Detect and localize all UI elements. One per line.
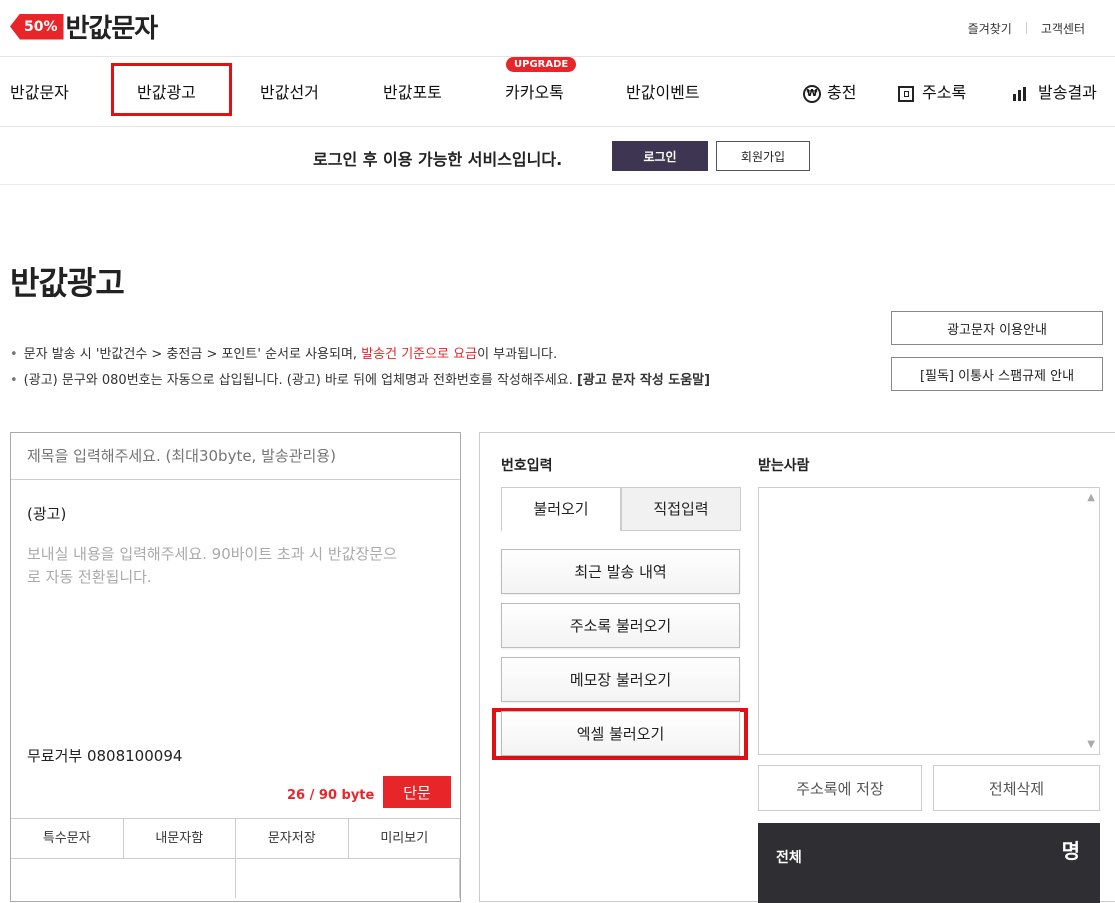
nav-label: 충전 bbox=[827, 83, 857, 102]
bar-chart-icon bbox=[1013, 86, 1026, 101]
main-nav: 반값문자 반값광고 반값선거 반값포토 UPGRADE 카카오톡 반값이벤트 ₩… bbox=[0, 57, 1115, 127]
nav-label: 주소록 bbox=[922, 83, 967, 102]
scroll-up-icon[interactable]: ▲ bbox=[1087, 492, 1095, 503]
bytes-total: / 90 byte bbox=[305, 788, 375, 803]
bytes-used: 26 bbox=[287, 788, 306, 803]
ad-prefix: (광고) bbox=[27, 505, 67, 523]
load-address-book-button[interactable]: 주소록 불러오기 bbox=[501, 603, 740, 648]
nav-item-banggap-sms[interactable]: 반값문자 bbox=[10, 79, 69, 103]
delete-all-button[interactable]: 전체삭제 bbox=[933, 765, 1100, 811]
recipients-label: 받는사람 bbox=[758, 458, 810, 474]
nav-item-banggap-election[interactable]: 반값선거 bbox=[260, 79, 319, 103]
toolbar-cell[interactable] bbox=[236, 859, 460, 898]
nav-item-address-book[interactable]: 주소록 bbox=[898, 79, 966, 103]
notice-text: (광고) 문구와 080번호는 자동으로 삽입됩니다. (광고) 바로 뒤에 업… bbox=[23, 373, 577, 388]
recipient-list[interactable]: ▲ ▼ bbox=[758, 487, 1100, 755]
notice-line-1: • 문자 발송 시 '반값건수 > 충전금 > 포인트' 순서로 사용되며, 발송… bbox=[10, 347, 558, 362]
total-label: 전체 bbox=[776, 850, 802, 866]
support-link[interactable]: 고객센터 bbox=[1027, 20, 1099, 37]
byte-counter: 26 / 90 byte bbox=[287, 788, 374, 803]
join-button[interactable]: 회원가입 bbox=[716, 141, 810, 171]
message-type-badge[interactable]: 단문 bbox=[383, 776, 451, 808]
recipient-panel: 번호입력 받는사람 불러오기 직접입력 최근 발송 내역 주소록 불러오기 메모… bbox=[479, 432, 1115, 903]
load-memo-button[interactable]: 메모장 불러오기 bbox=[501, 657, 740, 702]
input-tabs: 불러오기 직접입력 bbox=[501, 487, 741, 531]
message-composer: (광고) 보내실 내용을 입력해주세요. 90바이트 초과 시 반값장문으로 자… bbox=[10, 432, 461, 902]
login-message: 로그인 후 이용 가능한 서비스입니다. bbox=[313, 150, 563, 169]
nav-label: 발송결과 bbox=[1038, 83, 1097, 102]
utility-links: 즐겨찾기 고객센터 bbox=[954, 20, 1099, 37]
save-to-address-book-button[interactable]: 주소록에 저장 bbox=[758, 765, 922, 811]
discount-badge: 50% bbox=[10, 13, 64, 40]
nav-item-kakaotalk[interactable]: 카카오톡 bbox=[505, 79, 564, 103]
nav-item-banggap-photo[interactable]: 반값포토 bbox=[383, 79, 442, 103]
nav-item-banggap-event[interactable]: 반값이벤트 bbox=[626, 79, 700, 103]
recent-history-button[interactable]: 최근 발송 내역 bbox=[501, 549, 740, 594]
composer-toolbar-2 bbox=[11, 858, 460, 898]
notice-line-2: • (광고) 문구와 080번호는 자동으로 삽입됩니다. (광고) 바로 뒤에 … bbox=[10, 373, 711, 388]
logo-text: 반값문자 bbox=[65, 14, 159, 44]
load-excel-button[interactable]: 엑셀 불러오기 bbox=[501, 711, 740, 756]
scroll-down-icon[interactable]: ▼ bbox=[1087, 739, 1095, 750]
nav-item-banggap-ad[interactable]: 반값광고 bbox=[137, 79, 196, 103]
ad-help-link[interactable]: [광고 문자 작성 도움말] bbox=[577, 373, 710, 388]
spam-notice-button[interactable]: [필독] 이통사 스팸규제 안내 bbox=[891, 357, 1103, 391]
my-messages-button[interactable]: 내문자함 bbox=[124, 819, 236, 858]
notice-text: 문자 발송 시 '반값건수 > 충전금 > 포인트' 순서로 사용되며, bbox=[23, 347, 362, 362]
total-unit: 명 bbox=[1061, 839, 1080, 863]
save-message-button[interactable]: 문자저장 bbox=[236, 819, 349, 858]
subject-input[interactable] bbox=[11, 433, 460, 480]
notice-text: 이 부과됩니다. bbox=[477, 347, 558, 362]
opt-out-number: 무료거부 0808100094 bbox=[27, 747, 183, 765]
message-body-input[interactable]: 보내실 내용을 입력해주세요. 90바이트 초과 시 반값장문으로 자동 전환됩… bbox=[27, 543, 407, 589]
toolbar-cell[interactable] bbox=[11, 859, 236, 898]
number-input-label: 번호입력 bbox=[501, 458, 553, 474]
tab-load[interactable]: 불러오기 bbox=[501, 487, 621, 531]
composer-toolbar: 특수문자 내문자함 문자저장 미리보기 bbox=[11, 818, 460, 858]
login-bar: 로그인 후 이용 가능한 서비스입니다. 로그인 회원가입 bbox=[0, 127, 1115, 185]
total-summary: 전체 명 bbox=[758, 823, 1100, 903]
site-logo[interactable]: 50% 반값문자 bbox=[10, 8, 159, 45]
won-icon: ₩ bbox=[803, 84, 821, 103]
address-book-icon bbox=[898, 85, 914, 102]
ad-guide-button[interactable]: 광고문자 이용안내 bbox=[891, 311, 1103, 345]
nav-item-send-result[interactable]: 발송결과 bbox=[1012, 79, 1097, 103]
notice-red-text: 발송건 기준으로 요금 bbox=[361, 347, 478, 362]
tab-direct-input[interactable]: 직접입력 bbox=[621, 487, 741, 531]
nav-item-charge[interactable]: ₩ 충전 bbox=[803, 79, 856, 103]
page-title: 반값광고 bbox=[10, 264, 125, 302]
login-button[interactable]: 로그인 bbox=[612, 141, 708, 171]
upgrade-badge: UPGRADE bbox=[506, 57, 577, 72]
preview-button[interactable]: 미리보기 bbox=[349, 819, 461, 858]
bookmark-link[interactable]: 즐겨찾기 bbox=[954, 20, 1026, 37]
special-chars-button[interactable]: 특수문자 bbox=[11, 819, 124, 858]
